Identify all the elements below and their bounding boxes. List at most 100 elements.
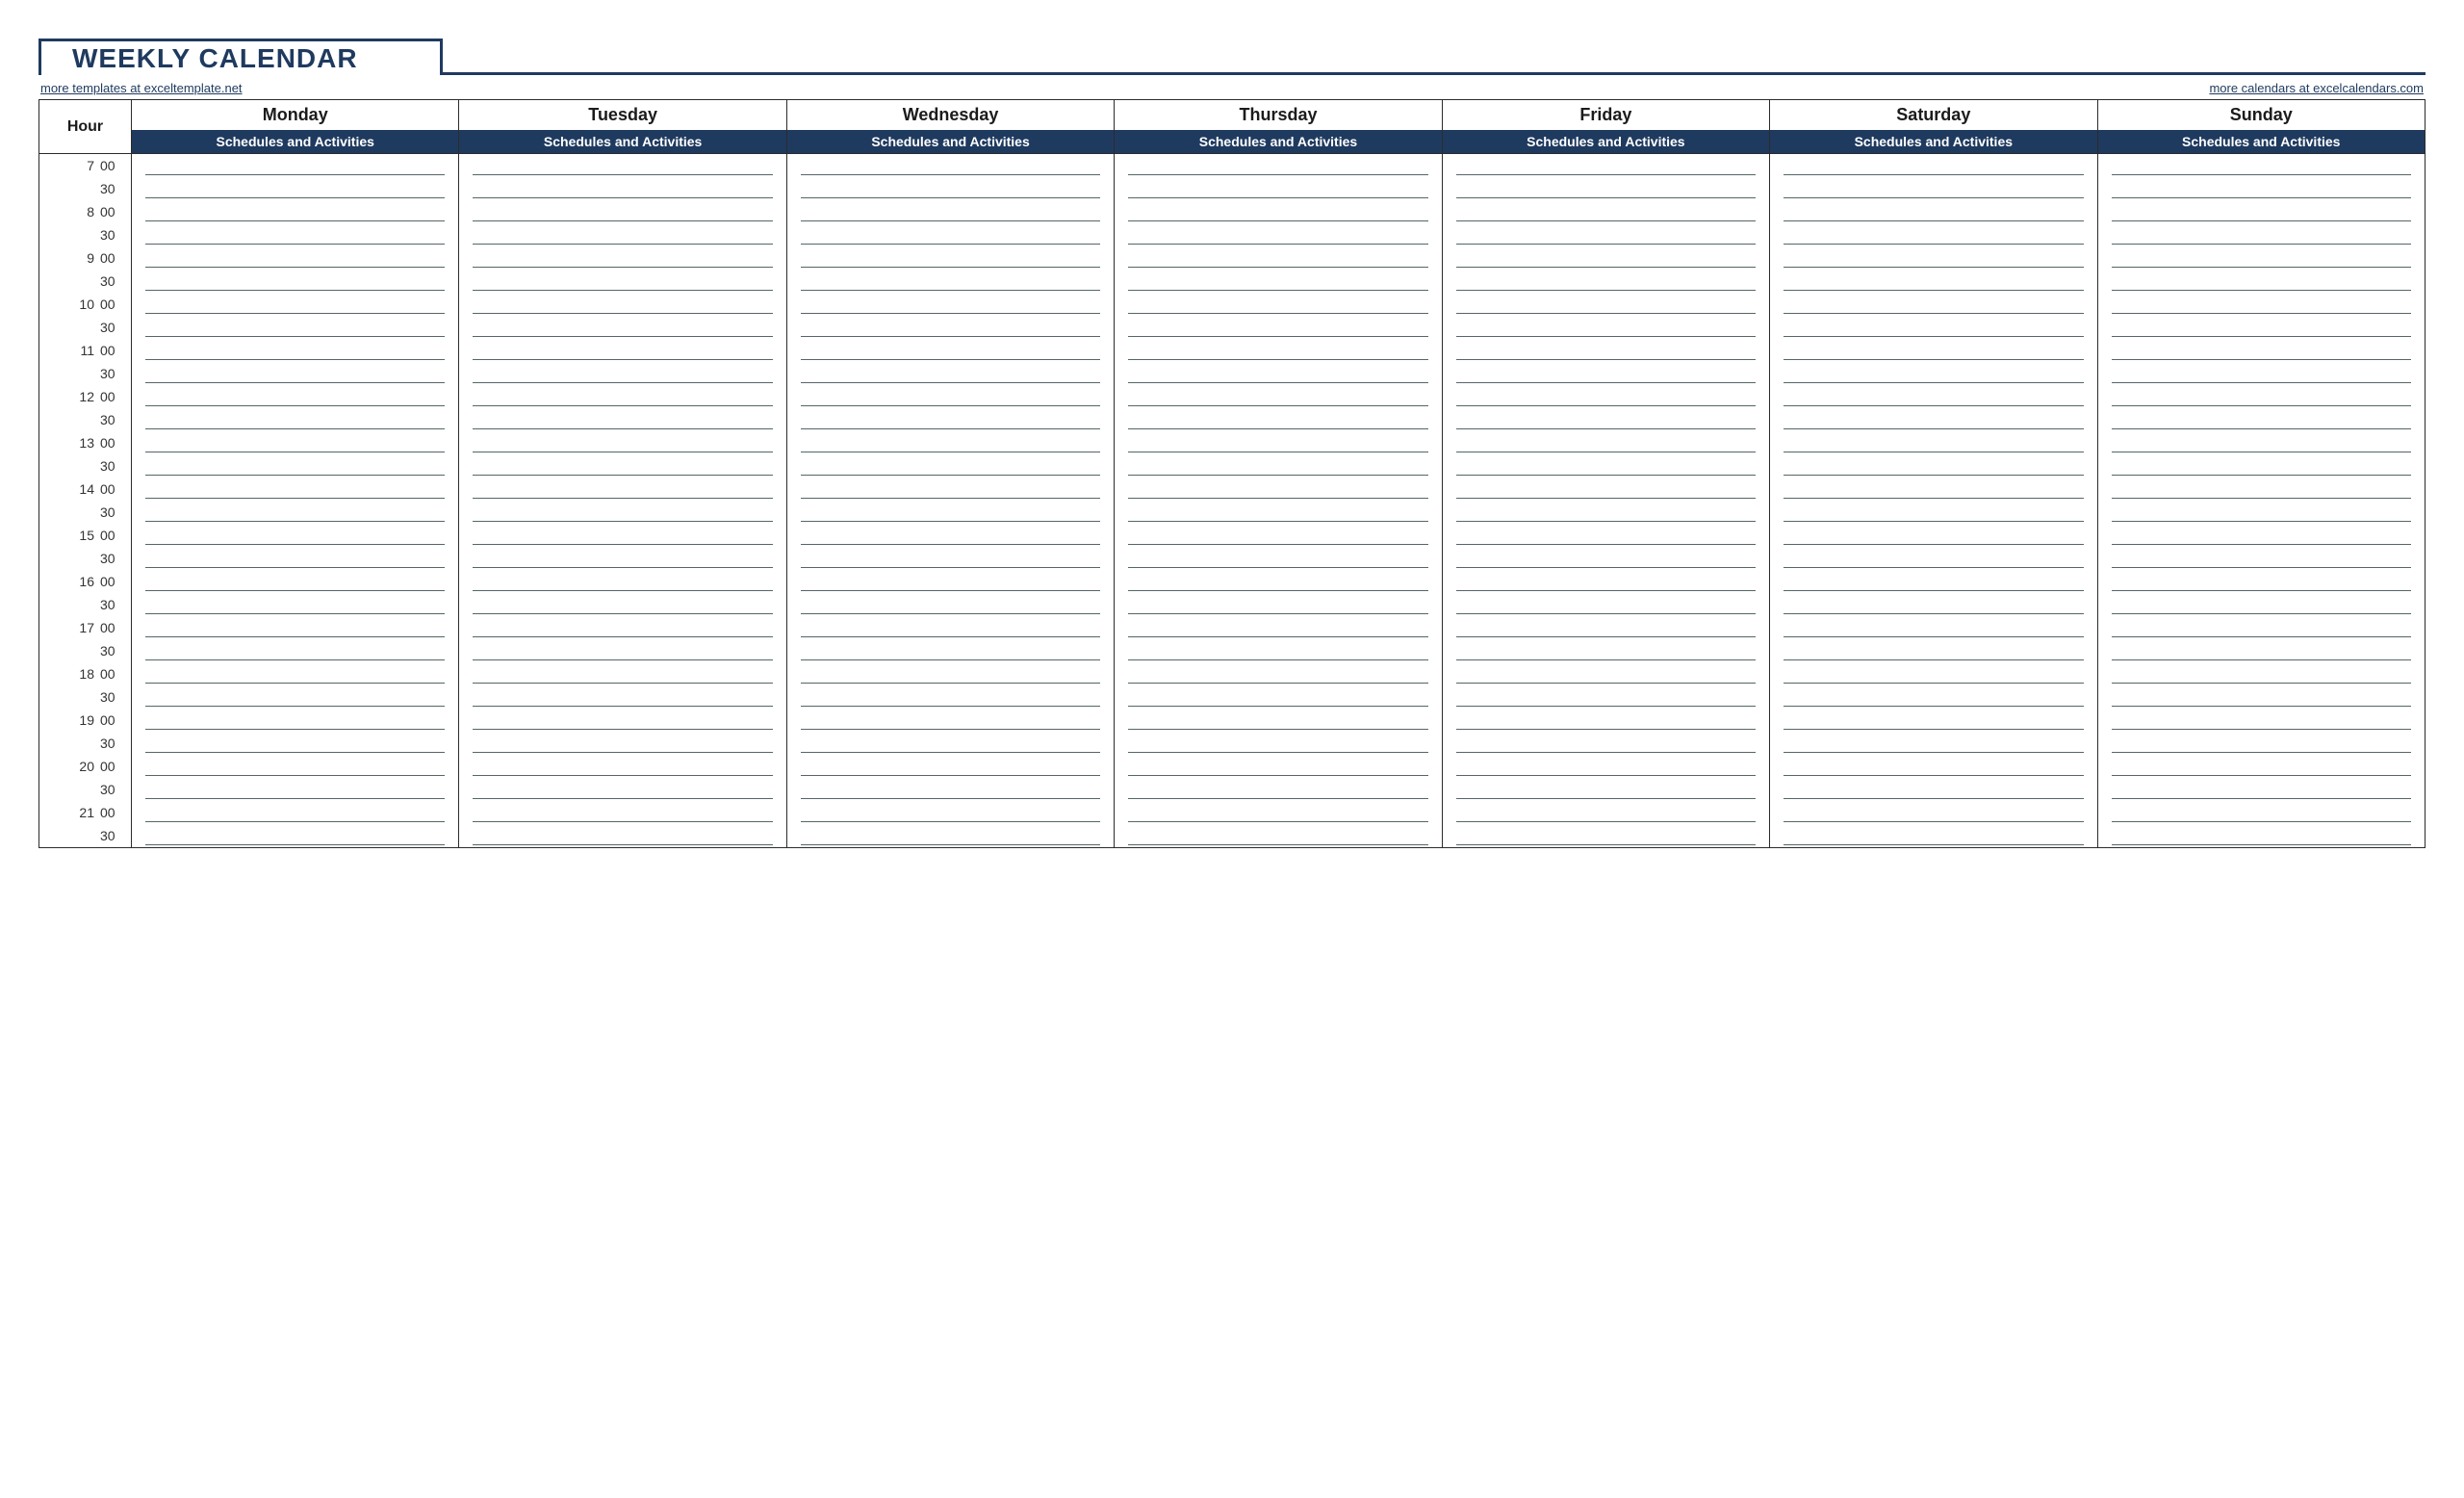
schedule-slot[interactable] [801, 246, 1100, 270]
schedule-slot[interactable] [473, 362, 772, 385]
schedule-slot[interactable] [1128, 431, 1427, 454]
schedule-slot[interactable] [2112, 316, 2411, 339]
schedule-slot[interactable] [473, 709, 772, 732]
schedule-slot[interactable] [1456, 524, 1756, 547]
schedule-slot[interactable] [145, 223, 445, 246]
schedule-slot[interactable] [1456, 801, 1756, 824]
schedule-slot[interactable] [801, 616, 1100, 639]
schedule-slot[interactable] [145, 200, 445, 223]
schedule-slot[interactable] [1456, 223, 1756, 246]
schedule-slot[interactable] [473, 801, 772, 824]
schedule-slot[interactable] [473, 408, 772, 431]
schedule-slot[interactable] [1128, 362, 1427, 385]
schedule-slot[interactable] [1456, 732, 1756, 755]
schedule-slot[interactable] [1784, 177, 2083, 200]
schedule-slot[interactable] [1784, 293, 2083, 316]
schedule-slot[interactable] [1128, 293, 1427, 316]
schedule-slot[interactable] [145, 755, 445, 778]
schedule-slot[interactable] [1784, 801, 2083, 824]
schedule-slot[interactable] [1784, 616, 2083, 639]
schedule-slot[interactable] [1784, 662, 2083, 685]
schedule-slot[interactable] [801, 177, 1100, 200]
schedule-slot[interactable] [1128, 662, 1427, 685]
schedule-slot[interactable] [1456, 547, 1756, 570]
schedule-slot[interactable] [801, 570, 1100, 593]
schedule-slot[interactable] [1784, 778, 2083, 801]
schedule-slot[interactable] [1456, 685, 1756, 709]
schedule-slot[interactable] [1784, 431, 2083, 454]
schedule-slot[interactable] [145, 316, 445, 339]
schedule-slot[interactable] [2112, 639, 2411, 662]
schedule-slot[interactable] [473, 616, 772, 639]
schedule-slot[interactable] [145, 362, 445, 385]
schedule-slot[interactable] [2112, 408, 2411, 431]
schedule-slot[interactable] [2112, 570, 2411, 593]
schedule-slot[interactable] [2112, 709, 2411, 732]
schedule-slot[interactable] [1128, 177, 1427, 200]
schedule-slot[interactable] [801, 824, 1100, 847]
schedule-slot[interactable] [1128, 547, 1427, 570]
schedule-slot[interactable] [1784, 362, 2083, 385]
schedule-slot[interactable] [145, 270, 445, 293]
schedule-slot[interactable] [145, 431, 445, 454]
schedule-slot[interactable] [1456, 639, 1756, 662]
schedule-slot[interactable] [2112, 662, 2411, 685]
schedule-slot[interactable] [1784, 478, 2083, 501]
schedule-slot[interactable] [473, 385, 772, 408]
schedule-slot[interactable] [1456, 246, 1756, 270]
schedule-slot[interactable] [473, 639, 772, 662]
schedule-slot[interactable] [801, 454, 1100, 478]
schedule-slot[interactable] [2112, 270, 2411, 293]
schedule-slot[interactable] [473, 593, 772, 616]
schedule-slot[interactable] [1456, 709, 1756, 732]
schedule-slot[interactable] [1784, 639, 2083, 662]
schedule-slot[interactable] [2112, 385, 2411, 408]
schedule-slot[interactable] [145, 685, 445, 709]
schedule-slot[interactable] [801, 223, 1100, 246]
schedule-slot[interactable] [1456, 385, 1756, 408]
schedule-slot[interactable] [473, 223, 772, 246]
schedule-slot[interactable] [1128, 570, 1427, 593]
schedule-slot[interactable] [1128, 246, 1427, 270]
schedule-slot[interactable] [801, 685, 1100, 709]
schedule-slot[interactable] [473, 200, 772, 223]
schedule-slot[interactable] [145, 385, 445, 408]
schedule-slot[interactable] [2112, 431, 2411, 454]
schedule-slot[interactable] [1784, 246, 2083, 270]
schedule-slot[interactable] [2112, 454, 2411, 478]
schedule-slot[interactable] [145, 547, 445, 570]
schedule-slot[interactable] [1456, 570, 1756, 593]
schedule-slot[interactable] [1128, 801, 1427, 824]
schedule-slot[interactable] [801, 755, 1100, 778]
schedule-slot[interactable] [1456, 778, 1756, 801]
schedule-slot[interactable] [1128, 732, 1427, 755]
schedule-slot[interactable] [145, 593, 445, 616]
schedule-slot[interactable] [2112, 478, 2411, 501]
schedule-slot[interactable] [1456, 824, 1756, 847]
schedule-slot[interactable] [2112, 801, 2411, 824]
schedule-slot[interactable] [1456, 293, 1756, 316]
schedule-slot[interactable] [1784, 685, 2083, 709]
schedule-slot[interactable] [2112, 824, 2411, 847]
schedule-slot[interactable] [1128, 385, 1427, 408]
schedule-slot[interactable] [1128, 616, 1427, 639]
schedule-slot[interactable] [2112, 339, 2411, 362]
schedule-slot[interactable] [2112, 293, 2411, 316]
schedule-slot[interactable] [1784, 524, 2083, 547]
schedule-slot[interactable] [1784, 570, 2083, 593]
schedule-slot[interactable] [1128, 270, 1427, 293]
schedule-slot[interactable] [1128, 755, 1427, 778]
schedule-slot[interactable] [473, 778, 772, 801]
schedule-slot[interactable] [145, 639, 445, 662]
schedule-slot[interactable] [801, 801, 1100, 824]
schedule-slot[interactable] [473, 339, 772, 362]
schedule-slot[interactable] [1456, 154, 1756, 177]
schedule-slot[interactable] [473, 824, 772, 847]
schedule-slot[interactable] [1784, 824, 2083, 847]
schedule-slot[interactable] [801, 639, 1100, 662]
schedule-slot[interactable] [1128, 639, 1427, 662]
schedule-slot[interactable] [473, 154, 772, 177]
schedule-slot[interactable] [1456, 200, 1756, 223]
schedule-slot[interactable] [145, 616, 445, 639]
schedule-slot[interactable] [1128, 408, 1427, 431]
